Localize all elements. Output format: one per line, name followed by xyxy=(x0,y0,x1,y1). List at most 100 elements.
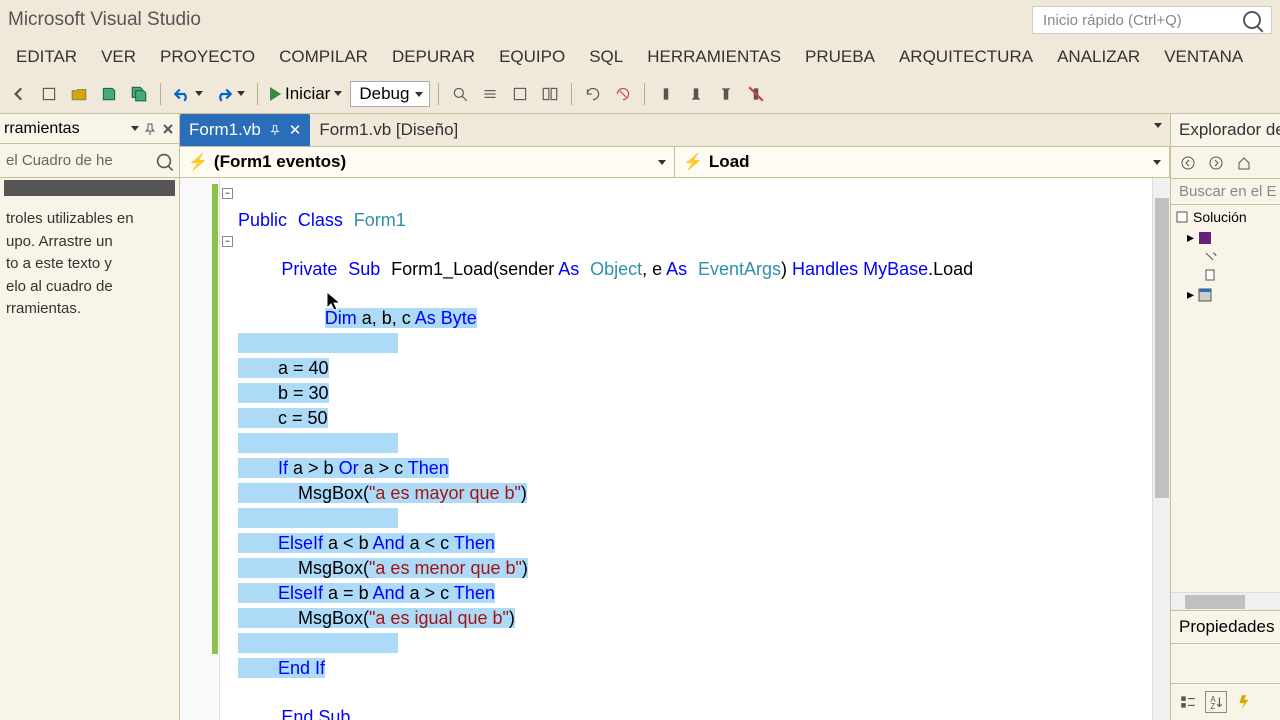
bookmark-button[interactable] xyxy=(653,81,679,107)
menu-editar[interactable]: EDITAR xyxy=(4,41,89,73)
start-debug-button[interactable]: Iniciar xyxy=(266,82,346,106)
tab-label: Form1.vb xyxy=(189,120,261,140)
app-title: Microsoft Visual Studio xyxy=(8,9,201,31)
uncomment-button[interactable] xyxy=(507,81,533,107)
tree-item[interactable] xyxy=(1203,250,1276,264)
save-all-button[interactable] xyxy=(126,81,152,107)
class-dropdown[interactable]: ⚡(Form1 eventos) xyxy=(180,147,675,177)
pin-icon[interactable] xyxy=(269,124,281,136)
tree-item[interactable]: ▸ xyxy=(1187,286,1276,303)
menu-arquitectura[interactable]: ARQUITECTURA xyxy=(887,41,1045,73)
vertical-scrollbar[interactable] xyxy=(1152,178,1170,720)
home-icon[interactable] xyxy=(1233,152,1255,174)
chevron-down-icon xyxy=(658,160,666,165)
undo-button[interactable] xyxy=(169,83,207,105)
change-indicator xyxy=(212,184,218,654)
toolbox-empty-text: troles utilizables en upo. Arrastre un t… xyxy=(0,198,179,331)
chevron-down-icon[interactable] xyxy=(131,126,139,131)
menu-proyecto[interactable]: PROYECTO xyxy=(148,41,267,73)
toolbox-search-placeholder: el Cuadro de he xyxy=(6,152,113,169)
fold-toggle[interactable]: − xyxy=(222,236,233,247)
menu-ver[interactable]: VER xyxy=(89,41,148,73)
config-dropdown[interactable]: Debug xyxy=(350,81,430,107)
close-icon[interactable]: ✕ xyxy=(289,121,302,139)
solution-search[interactable]: Buscar en el E xyxy=(1171,179,1280,205)
events-icon[interactable] xyxy=(1233,691,1255,713)
toolbar-separator xyxy=(644,83,645,105)
svg-text:Z: Z xyxy=(1210,702,1215,711)
properties-title: Propiedades xyxy=(1171,610,1280,644)
find-button[interactable] xyxy=(447,81,473,107)
quick-launch-box[interactable]: Inicio rápido (Ctrl+Q) xyxy=(1032,6,1272,34)
tab-overflow[interactable] xyxy=(1146,128,1170,146)
method-dropdown[interactable]: ⚡Load xyxy=(675,147,1170,177)
back-button[interactable] xyxy=(6,81,32,107)
toolbox-title: rramientas xyxy=(4,120,80,138)
stop-button[interactable] xyxy=(610,81,636,107)
tree-item[interactable]: ▸ xyxy=(1187,229,1276,246)
next-bookmark-button[interactable] xyxy=(713,81,739,107)
toolbox-search[interactable]: el Cuadro de he xyxy=(0,144,179,178)
toolbox-panel: rramientas el Cuadro de he troles utiliz… xyxy=(0,114,180,720)
fold-toggle[interactable]: − xyxy=(222,188,233,199)
config-value: Debug xyxy=(359,84,409,103)
save-button[interactable] xyxy=(96,81,122,107)
editor-zone: Form1.vb ✕ Form1.vb [Diseño] ⚡(Form1 eve… xyxy=(180,114,1170,720)
file-icon xyxy=(1203,268,1217,282)
menu-analizar[interactable]: ANALIZAR xyxy=(1045,41,1152,73)
pin-icon[interactable] xyxy=(143,122,157,136)
scroll-thumb[interactable] xyxy=(1155,198,1169,498)
start-label: Iniciar xyxy=(285,84,330,104)
forward-icon[interactable] xyxy=(1205,152,1227,174)
menu-depurar[interactable]: DEPURAR xyxy=(380,41,487,73)
comment-button[interactable] xyxy=(477,81,503,107)
menu-compilar[interactable]: COMPILAR xyxy=(267,41,380,73)
search-icon xyxy=(1243,11,1261,29)
toolbar-separator xyxy=(571,83,572,105)
solution-tree[interactable]: Solución ▸ ▸ xyxy=(1171,205,1280,592)
toolbar-separator xyxy=(438,83,439,105)
code-content: Public Class Form1 Private Sub Form1_Loa… xyxy=(238,184,973,720)
solution-node[interactable]: Solución xyxy=(1175,209,1276,225)
expand-icon[interactable]: ▸ xyxy=(1187,229,1194,246)
open-button[interactable] xyxy=(66,81,92,107)
menu-equipo[interactable]: EQUIPO xyxy=(487,41,577,73)
clear-bookmark-button[interactable] xyxy=(743,81,769,107)
indent-button[interactable] xyxy=(537,81,563,107)
close-icon[interactable] xyxy=(161,122,175,136)
tab-form1-vb[interactable]: Form1.vb ✕ xyxy=(180,114,310,146)
scroll-thumb[interactable] xyxy=(1185,595,1245,609)
toolbar-separator xyxy=(257,83,258,105)
chevron-down-icon xyxy=(237,91,245,96)
menu-ventana[interactable]: VENTANA xyxy=(1152,41,1255,73)
title-bar: Microsoft Visual Studio Inicio rápido (C… xyxy=(0,0,1280,40)
tree-item[interactable] xyxy=(1203,268,1276,282)
back-icon[interactable] xyxy=(1177,152,1199,174)
alphabetical-icon[interactable]: AZ xyxy=(1205,691,1227,713)
chevron-down-icon xyxy=(415,92,423,97)
solution-search-placeholder: Buscar en el E xyxy=(1179,183,1277,200)
toolbar-separator xyxy=(160,83,161,105)
search-icon xyxy=(157,153,171,167)
menu-bar: EDITAR VER PROYECTO COMPILAR DEPURAR EQU… xyxy=(0,40,1280,74)
redo-button[interactable] xyxy=(211,83,249,105)
code-editor[interactable]: − − Public Class Form1 Private Sub Form1… xyxy=(180,178,1170,720)
menu-sql[interactable]: SQL xyxy=(577,41,635,73)
step-button[interactable] xyxy=(580,81,606,107)
prev-bookmark-button[interactable] xyxy=(683,81,709,107)
cursor-icon xyxy=(325,290,345,314)
toolbar: Iniciar Debug xyxy=(0,74,1280,114)
expand-icon[interactable]: ▸ xyxy=(1187,286,1194,303)
categorized-icon[interactable] xyxy=(1177,691,1199,713)
wrench-icon xyxy=(1203,250,1217,264)
new-button[interactable] xyxy=(36,81,62,107)
menu-prueba[interactable]: PRUEBA xyxy=(793,41,887,73)
tab-form1-design[interactable]: Form1.vb [Diseño] xyxy=(310,114,467,146)
solution-explorer-title: Explorador de xyxy=(1171,114,1280,147)
properties-object-selector[interactable] xyxy=(1171,644,1280,684)
toolbox-group-header[interactable] xyxy=(4,180,175,196)
horizontal-scrollbar[interactable] xyxy=(1171,592,1280,610)
menu-herramientas[interactable]: HERRAMIENTAS xyxy=(635,41,793,73)
chevron-down-icon xyxy=(1153,160,1161,165)
play-icon xyxy=(270,87,281,101)
